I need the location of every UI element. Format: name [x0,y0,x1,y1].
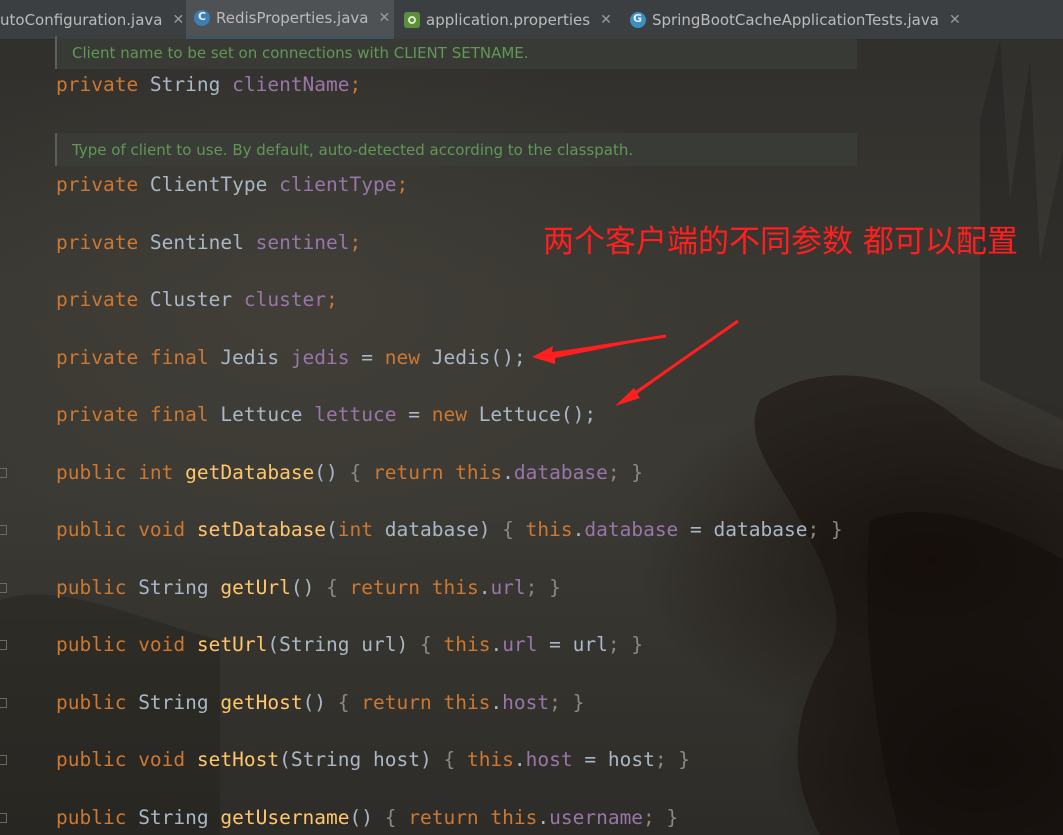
arrow-shaft-lettuce [624,319,739,402]
arrow-shaft-jedis [544,334,667,357]
annotation-arrows [532,319,739,406]
